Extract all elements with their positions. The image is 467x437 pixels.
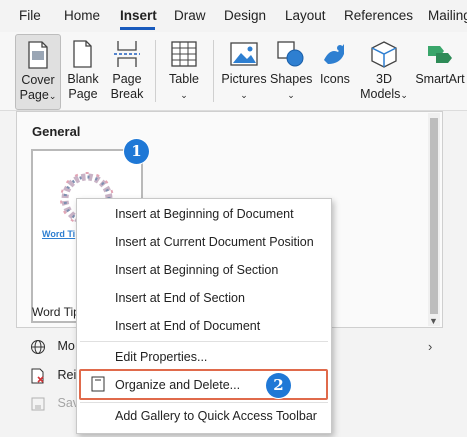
ribbon-divider	[155, 40, 156, 102]
smartart-label: SmartArt	[415, 72, 465, 86]
cover-page-button[interactable]: Cover Page⌄	[15, 34, 61, 110]
cover-page-label-2: Page	[19, 88, 49, 102]
3d-cube-icon	[371, 41, 397, 68]
step-badge-1: 1	[124, 139, 149, 164]
tab-references[interactable]: References	[344, 8, 413, 23]
page-break-icon	[114, 41, 140, 67]
page-break-label-2: Break	[110, 87, 144, 101]
menu-edit-properties[interactable]: Edit Properties...	[115, 350, 207, 364]
smartart-icon	[428, 46, 452, 63]
chevron-down-icon: ⌄	[48, 91, 57, 101]
remove-page-icon	[31, 368, 44, 384]
tab-insert[interactable]: Insert	[120, 8, 157, 23]
3d-models-button[interactable]: 3D Models⌄	[357, 34, 411, 108]
tab-mailings[interactable]: Mailing	[428, 8, 467, 23]
cover-page-icon	[28, 41, 48, 69]
blank-page-label-1: Blank	[67, 72, 99, 86]
menu-insert-current-position[interactable]: Insert at Current Document Position	[115, 235, 314, 249]
menu-insert-beginning-document[interactable]: Insert at Beginning of Document	[115, 207, 294, 221]
menu-insert-end-document[interactable]: Insert at End of Document	[115, 319, 260, 333]
menu-divider	[80, 402, 328, 403]
icons-button[interactable]: Icons	[316, 34, 354, 108]
thumbnail-caption: Word Tip	[32, 305, 80, 319]
tab-file[interactable]: File	[19, 8, 41, 23]
gallery-section-title: General	[32, 124, 81, 139]
tab-home[interactable]: Home	[64, 8, 100, 23]
menu-add-gallery-qat[interactable]: Add Gallery to Quick Access Toolbar	[115, 409, 317, 423]
organize-icon	[91, 376, 105, 392]
active-tab-indicator	[120, 27, 155, 30]
chevron-down-icon: ⌄	[287, 90, 295, 100]
3d-models-label-2: Models	[360, 87, 401, 101]
tab-draw[interactable]: Draw	[174, 8, 206, 23]
save-selection-item[interactable]: Sav	[30, 396, 79, 412]
shapes-icon	[277, 41, 304, 67]
scrollbar-thumb[interactable]	[430, 118, 438, 314]
chevron-down-icon: ⌄	[240, 90, 248, 100]
ribbon-tab-bar: File Home Insert Draw Design Layout Refe…	[0, 0, 467, 32]
remove-cover-page-label: Rei	[57, 368, 77, 383]
menu-insert-end-section[interactable]: Insert at End of Section	[115, 291, 245, 305]
tab-design[interactable]: Design	[224, 8, 266, 23]
table-label: Table	[169, 72, 199, 86]
thumbnail-title-text: Word Ti	[42, 229, 76, 239]
table-icon	[171, 41, 197, 67]
blank-page-button[interactable]: Blank Page	[63, 34, 103, 108]
cover-page-label-1: Cover	[21, 73, 55, 87]
ribbon-toolbar: Cover Page⌄ Blank Page Page Break Table	[0, 32, 467, 111]
3d-models-label-1: 3D	[376, 72, 392, 86]
chevron-down-icon: ⌄	[180, 90, 188, 100]
pictures-button[interactable]: Pictures ⌄	[220, 34, 268, 108]
pictures-icon	[230, 42, 258, 66]
shapes-button[interactable]: Shapes ⌄	[270, 34, 312, 108]
globe-icon	[31, 340, 45, 354]
icons-icon	[324, 44, 344, 64]
tab-layout[interactable]: Layout	[285, 8, 326, 23]
page-break-label-1: Page	[112, 72, 142, 86]
ribbon-divider	[213, 40, 214, 102]
step-badge-2: 2	[266, 373, 291, 398]
scroll-down-arrow-icon[interactable]: ▼	[429, 316, 438, 326]
chevron-right-icon: ›	[428, 339, 433, 354]
blank-page-icon	[73, 40, 92, 68]
icons-label: Icons	[320, 72, 350, 86]
shapes-label: Shapes	[270, 72, 313, 86]
menu-insert-beginning-section[interactable]: Insert at Beginning of Section	[115, 263, 278, 277]
blank-page-label-2: Page	[68, 87, 98, 101]
menu-divider	[80, 341, 328, 342]
remove-cover-page-item[interactable]: Rei	[30, 368, 76, 384]
save-gallery-icon	[31, 397, 45, 411]
more-cover-pages-item[interactable]: Mo	[30, 339, 75, 355]
chevron-down-icon: ⌄	[400, 90, 408, 100]
menu-organize-delete[interactable]: Organize and Delete...	[115, 378, 240, 392]
more-cover-pages-label: Mo	[57, 339, 75, 354]
smartart-button[interactable]: SmartArt	[413, 34, 467, 108]
pictures-label: Pictures	[221, 72, 267, 86]
page-break-button[interactable]: Page Break	[107, 34, 147, 108]
table-button[interactable]: Table ⌄	[163, 34, 205, 108]
